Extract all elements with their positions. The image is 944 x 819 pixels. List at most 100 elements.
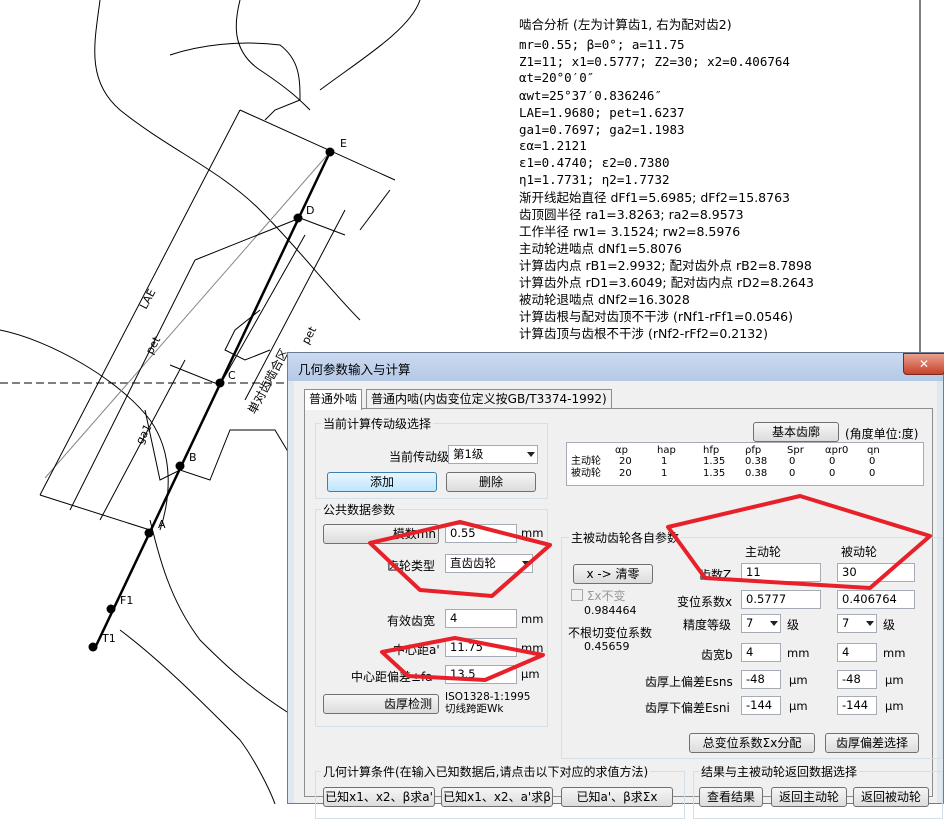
analysis-line: 被动轮退啮点 dNf2=16.3028 bbox=[519, 292, 690, 307]
profile-cell: 0 bbox=[829, 468, 836, 479]
return-driven-button[interactable]: 返回被动轮 bbox=[853, 787, 929, 807]
eff-width-input[interactable]: 4 bbox=[445, 609, 517, 628]
shift-driven-input[interactable]: 0.406764 bbox=[837, 590, 915, 609]
add-button[interactable]: 添加 bbox=[327, 472, 437, 492]
profile-header: qn bbox=[867, 445, 880, 456]
teeth-driver-input[interactable]: 11 bbox=[741, 563, 821, 582]
teeth-label: 齿数Z bbox=[699, 568, 732, 582]
analysis-line: αwt=25°37′0.836246″ bbox=[519, 88, 662, 103]
no-undercut-label: 不根切变位系数 bbox=[568, 626, 653, 640]
grade-driven-select[interactable]: 7 bbox=[837, 614, 877, 633]
tab-external[interactable]: 普通外啮 bbox=[304, 389, 363, 410]
analysis-line: 齿顶圆半径 ra1=3.8263; ra2=8.9573 bbox=[519, 207, 744, 222]
dialog-titlebar[interactable]: 几何参数输入与计算 ✕ bbox=[288, 353, 944, 381]
tooth-type-value: 直齿齿轮 bbox=[450, 556, 496, 570]
shift-driver-input[interactable]: 0.5777 bbox=[741, 590, 821, 609]
checkbox-icon bbox=[571, 589, 583, 601]
center-deviation-input[interactable]: 13.5 bbox=[445, 665, 517, 684]
driven-header: 被动轮 bbox=[841, 545, 878, 559]
upper-driver-unit: μm bbox=[789, 673, 808, 687]
stage-select[interactable]: 第1级 bbox=[448, 445, 538, 464]
public-group-label: 公共数据参数 bbox=[321, 501, 398, 518]
profile-cell: 1.35 bbox=[703, 456, 726, 467]
profile-row-name: 被动轮 bbox=[571, 468, 601, 479]
standard-label: ISO1328-1:1995 切线跨距Wk bbox=[445, 691, 530, 715]
profile-cell: 0.38 bbox=[745, 456, 768, 467]
center-deviation-label: 中心距偏差±fa bbox=[351, 670, 433, 684]
chevron-down-icon bbox=[527, 452, 535, 457]
upper-driven-unit: μm bbox=[885, 673, 904, 687]
width-driven-unit: mm bbox=[883, 646, 906, 660]
view-results-button[interactable]: 查看结果 bbox=[699, 787, 763, 807]
point-label-f1: F1 bbox=[120, 594, 133, 607]
grade-driver-select[interactable]: 7 bbox=[741, 614, 781, 633]
profile-row-name: 主动轮 bbox=[571, 456, 601, 467]
geometry-dialog: 几何参数输入与计算 ✕ 普通外啮 普通内啮(内齿变位定义按GB/T3374-19… bbox=[287, 352, 944, 819]
profile-cell: 20 bbox=[619, 468, 632, 479]
profile-header: hap bbox=[657, 445, 676, 456]
solve-a-button[interactable]: 已知x1、x2、β求a' bbox=[323, 787, 435, 807]
width-driven-input[interactable]: 4 bbox=[837, 643, 877, 662]
center-distance-unit: mm bbox=[521, 641, 544, 655]
profile-cell: 20 bbox=[619, 456, 632, 467]
chevron-down-icon bbox=[866, 621, 874, 626]
stage-group-label: 当前计算传动级选择 bbox=[321, 415, 434, 432]
profile-table: αp hap hfp ρfp Spr αpr0 qn 主动轮 20 1 1.35… bbox=[566, 442, 924, 486]
analysis-line: 渐开线起始直径 dFf1=5.6985; dFf2=15.8763 bbox=[519, 190, 790, 205]
dim-label-ga1: ga1 bbox=[133, 422, 154, 446]
analysis-line: 啮合分析 (左为计算齿1, 右为配对齿2) bbox=[519, 17, 732, 32]
driver-header: 主动轮 bbox=[745, 545, 782, 559]
profile-header: hfp bbox=[703, 445, 720, 456]
lower-driven-unit: μm bbox=[885, 699, 904, 713]
module-button[interactable]: 模数mn bbox=[323, 524, 439, 544]
module-input[interactable]: 0.55 bbox=[445, 524, 517, 543]
lower-driven-input[interactable]: -144 bbox=[837, 696, 877, 715]
solve-sum-x-button[interactable]: 已知a'、β求Σx bbox=[561, 787, 673, 807]
upper-driven-input[interactable]: -48 bbox=[837, 670, 877, 689]
profile-cell: 0.38 bbox=[745, 468, 768, 479]
eff-width-label: 有效齿宽 bbox=[387, 614, 436, 628]
thickness-deviation-button[interactable]: 齿厚偏差选择 bbox=[825, 733, 919, 753]
analysis-line: 工作半径 rw1= 3.1524; rw2=8.5976 bbox=[519, 224, 741, 239]
profile-header: αpr0 bbox=[825, 445, 849, 456]
standard-line: 切线跨距Wk bbox=[445, 703, 504, 715]
grade-label: 精度等级 bbox=[683, 618, 732, 632]
width-driver-input[interactable]: 4 bbox=[741, 643, 781, 662]
teeth-driven-input[interactable]: 30 bbox=[837, 563, 915, 582]
grade-driver-value: 7 bbox=[746, 616, 754, 630]
profile-cell: 1 bbox=[661, 456, 668, 467]
clear-x-button[interactable]: x -> 清零 bbox=[573, 564, 653, 584]
sum-x-label: Σx不变 bbox=[586, 589, 626, 603]
center-deviation-unit: μm bbox=[521, 667, 540, 681]
chevron-down-icon bbox=[770, 621, 778, 626]
analysis-line: αt=20°0′0″ bbox=[519, 70, 595, 85]
profile-cell: 0 bbox=[869, 468, 876, 479]
sum-distribution-button[interactable]: 总变位系数Σx分配 bbox=[689, 733, 815, 753]
analysis-line: εα=1.2121 bbox=[519, 138, 587, 153]
solve-beta-button[interactable]: 已知x1、x2、a'求β bbox=[441, 787, 553, 807]
dim-label-pet: pet bbox=[143, 334, 163, 357]
basic-profile-button[interactable]: 基本齿廓 bbox=[753, 422, 839, 442]
sum-x-checkbox[interactable]: Σx不变 bbox=[571, 587, 626, 604]
profile-header: Spr bbox=[787, 445, 804, 456]
tooth-check-button[interactable]: 齿厚检测 bbox=[323, 694, 439, 714]
analysis-line: ga1=0.7697; ga2=1.1983 bbox=[519, 122, 685, 137]
upper-dev-label: 齿厚上偏差Esns bbox=[645, 675, 733, 689]
tab-internal[interactable]: 普通内啮(内齿变位定义按GB/T3374-1992) bbox=[366, 389, 612, 408]
stage-label: 当前传动级 bbox=[389, 450, 450, 464]
lower-driver-input[interactable]: -144 bbox=[741, 696, 781, 715]
module-unit: mm bbox=[521, 526, 544, 540]
return-driver-button[interactable]: 返回主动轮 bbox=[771, 787, 847, 807]
stage-select-value: 第1级 bbox=[453, 447, 484, 461]
tooth-type-select[interactable]: 直齿齿轮 bbox=[445, 554, 533, 573]
lower-driver-unit: μm bbox=[789, 699, 808, 713]
delete-button[interactable]: 删除 bbox=[446, 472, 536, 492]
profile-cell: 0 bbox=[829, 456, 836, 467]
upper-driver-input[interactable]: -48 bbox=[741, 670, 781, 689]
geometry-group-label: 几何计算条件(在输入已知数据后,请点击以下对应的求值方法) bbox=[321, 763, 651, 780]
grade-unit: 级 bbox=[883, 618, 896, 632]
center-distance-input[interactable]: 11.75 bbox=[445, 638, 517, 657]
angle-unit-label: (角度单位:度) bbox=[845, 427, 919, 441]
dialog-title: 几何参数输入与计算 bbox=[298, 362, 411, 377]
close-icon[interactable]: ✕ bbox=[903, 353, 944, 375]
